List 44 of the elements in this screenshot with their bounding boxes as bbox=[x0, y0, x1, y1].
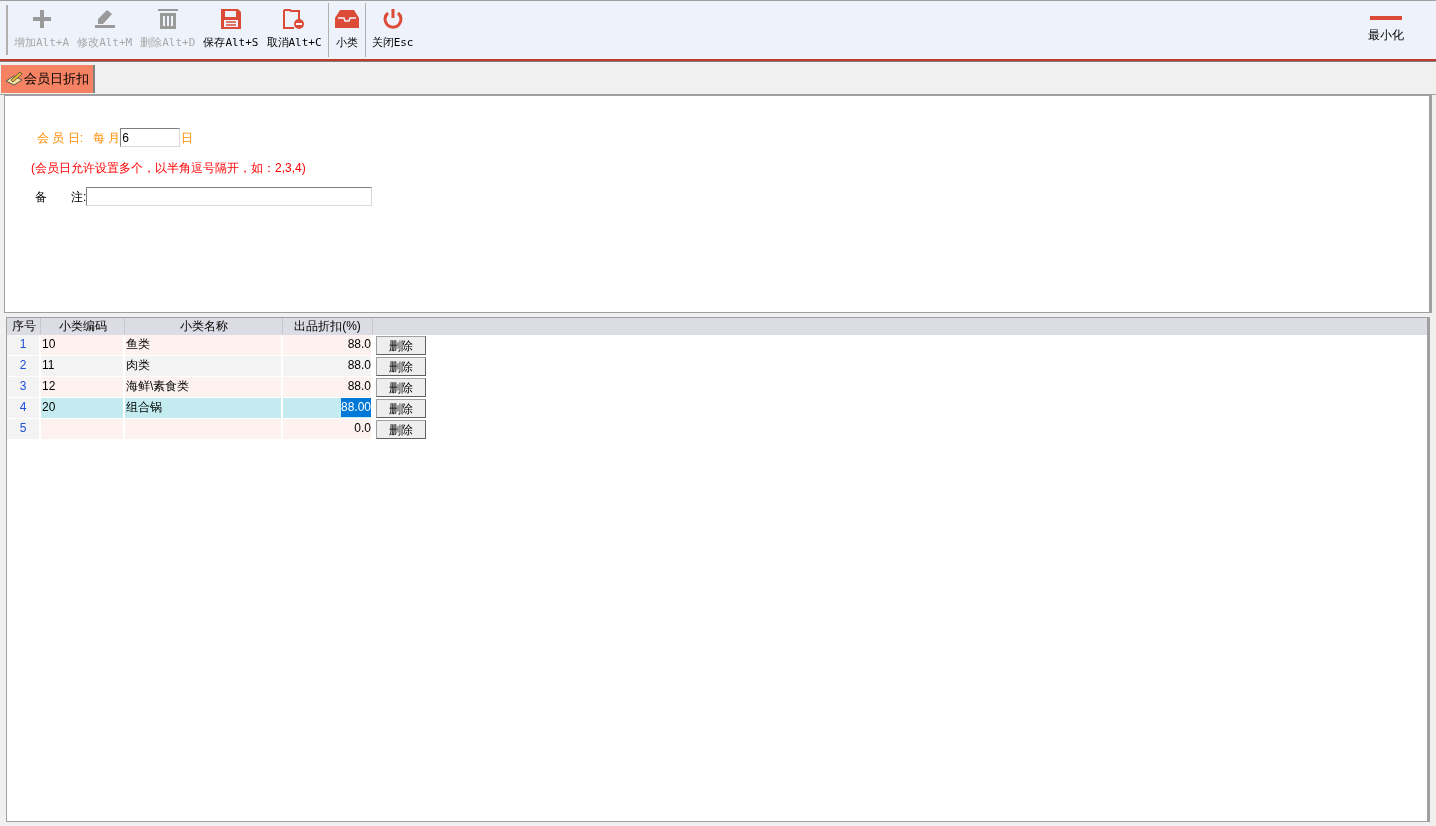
table-cell: 组合锅 bbox=[125, 398, 283, 418]
row-number: 3 bbox=[7, 377, 41, 397]
table-cell-text: 88.0 bbox=[347, 357, 371, 374]
table-cell: 鱼类 bbox=[125, 335, 283, 355]
table-cell: 10 bbox=[41, 335, 125, 355]
table-cell-text: 88.0 bbox=[347, 378, 371, 395]
table-cell: 肉类 bbox=[125, 356, 283, 376]
close-button[interactable]: 关闭Esc bbox=[367, 1, 418, 59]
delete-row-button[interactable]: 删除 bbox=[376, 336, 426, 355]
day-input[interactable]: 6 bbox=[120, 128, 181, 147]
row-number: 4 bbox=[7, 398, 41, 418]
save-button[interactable]: 保存Alt+S bbox=[199, 1, 263, 59]
remark-input[interactable] bbox=[86, 187, 373, 206]
remark-label: 备 注: bbox=[35, 188, 87, 206]
cancel-button[interactable]: 取消Alt+C bbox=[262, 1, 326, 59]
day-suffix: 日 bbox=[181, 129, 194, 147]
tab[interactable]: 会员日折扣 bbox=[1, 65, 95, 93]
pencil-notepad-icon bbox=[5, 71, 23, 87]
minimize-icon bbox=[1370, 16, 1402, 20]
document-minus-icon bbox=[283, 8, 306, 31]
power-icon bbox=[381, 8, 404, 31]
delete-row-button[interactable]: 删除 bbox=[376, 357, 426, 376]
delete-row-button[interactable]: 删除 bbox=[376, 378, 426, 397]
member-day-label: 会 员 日: bbox=[37, 129, 83, 147]
category-button[interactable]: 小类 bbox=[330, 1, 363, 59]
table-cell: 海鲜\素食类 bbox=[125, 377, 283, 397]
table-cell: 20 bbox=[41, 398, 125, 418]
row-number: 5 bbox=[7, 419, 41, 439]
trash-icon bbox=[157, 9, 178, 30]
delete-row-button[interactable]: 删除 bbox=[376, 420, 426, 439]
pencil-icon bbox=[94, 10, 115, 29]
plus-icon bbox=[32, 10, 51, 29]
monthly-label: 每 月 bbox=[93, 129, 121, 147]
table-cell: 11 bbox=[41, 356, 125, 376]
row-number: 2 bbox=[7, 356, 41, 376]
table-cell-text: 88.0 bbox=[347, 336, 371, 353]
minimize-button[interactable]: 最小化 bbox=[1350, 1, 1422, 59]
delete-row-button[interactable]: 删除 bbox=[376, 399, 426, 418]
selected-cell-text: 88.00 bbox=[340, 398, 371, 417]
table-cell: 12 bbox=[41, 377, 125, 397]
hint-text: (会员日允许设置多个，以半角逗号隔开，如：2,3,4) bbox=[31, 160, 307, 177]
table-cell-text: 0.0 bbox=[354, 420, 371, 437]
inbox-tray-icon bbox=[334, 10, 359, 29]
row-number: 1 bbox=[7, 335, 41, 355]
